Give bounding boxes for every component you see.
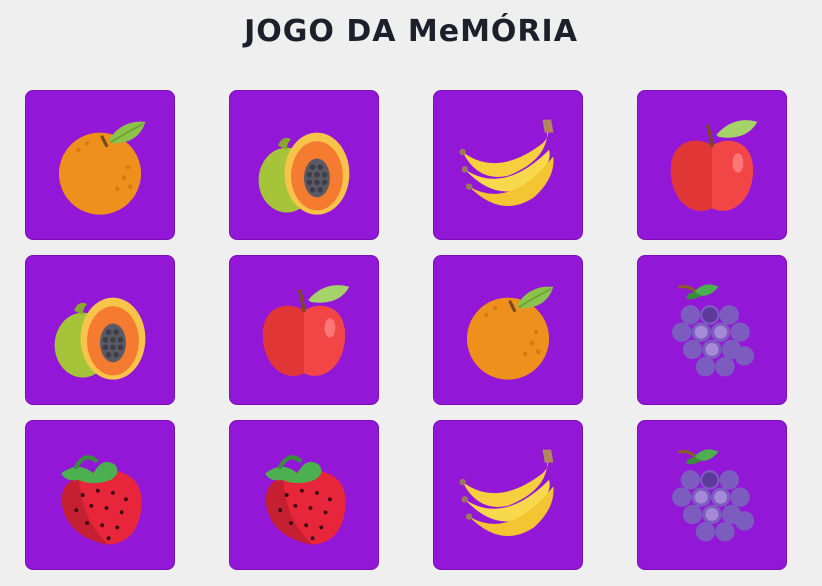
- memory-card[interactable]: [25, 90, 175, 240]
- apple-icon: [670, 120, 758, 211]
- strawberry-icon: [265, 455, 346, 545]
- memory-card[interactable]: [25, 420, 175, 570]
- orange-icon: [58, 121, 146, 215]
- strawberry-icon: [61, 455, 142, 545]
- memory-card[interactable]: [433, 255, 583, 405]
- memory-card[interactable]: [637, 255, 787, 405]
- banana-icon: [459, 119, 554, 207]
- banana-icon: [459, 449, 554, 537]
- memory-card[interactable]: [433, 90, 583, 240]
- memory-card[interactable]: [637, 420, 787, 570]
- memory-card[interactable]: [637, 90, 787, 240]
- papaya-icon: [54, 297, 146, 380]
- memory-card[interactable]: [229, 90, 379, 240]
- memory-card[interactable]: [229, 420, 379, 570]
- grapes-icon: [672, 449, 755, 542]
- game-title: JOGO DA MeMÓRIA: [244, 14, 578, 49]
- papaya-icon: [258, 132, 350, 215]
- orange-icon: [466, 286, 554, 380]
- grapes-icon: [672, 284, 755, 377]
- memory-card[interactable]: [433, 420, 583, 570]
- memory-card[interactable]: [229, 255, 379, 405]
- apple-icon: [262, 285, 350, 376]
- memory-board: [25, 90, 787, 570]
- memory-card[interactable]: [25, 255, 175, 405]
